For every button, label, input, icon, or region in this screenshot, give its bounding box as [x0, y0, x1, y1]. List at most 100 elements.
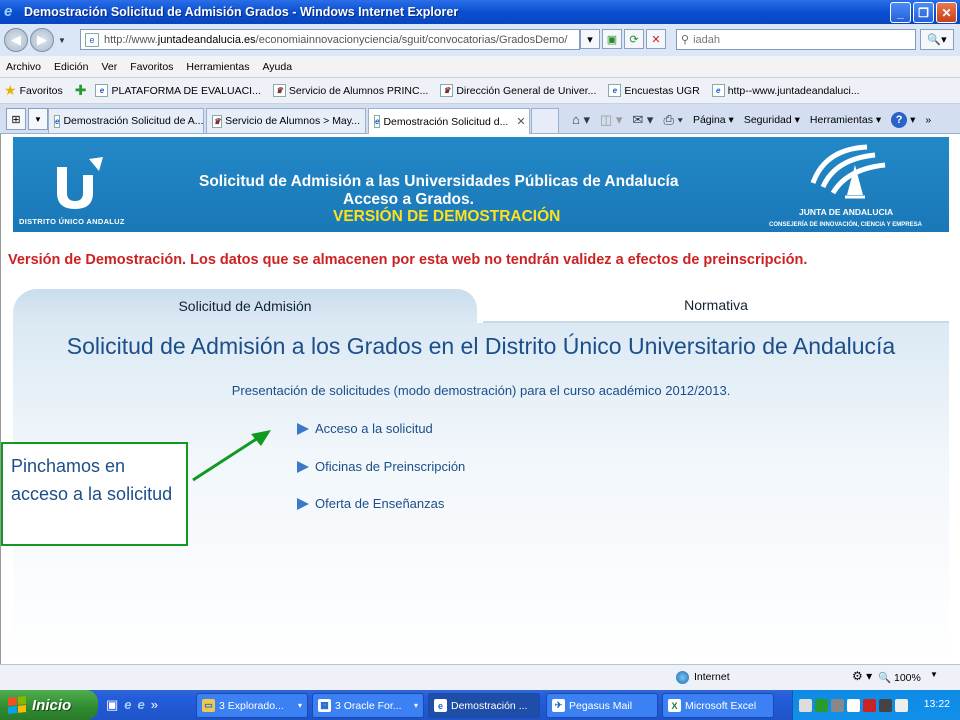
quick-launch: ▣ e e »: [106, 697, 158, 713]
tools-menu-label: Herramientas: [809, 114, 873, 126]
favorite-item[interactable]: ♛ Servicio de Alumnos PRINC...: [272, 84, 429, 97]
tab-list-icon[interactable]: ▼: [28, 108, 48, 130]
task-pegasus-mail[interactable]: ✈ Pegasus Mail: [546, 693, 658, 718]
link-label: Oficinas de Preinscripción: [315, 459, 466, 474]
maximize-button[interactable]: ❐: [913, 2, 934, 23]
page-icon: e: [85, 32, 99, 47]
task-label: Demostración ...: [451, 699, 528, 712]
recent-pages-dropdown[interactable]: ▼: [58, 36, 66, 45]
security-zone: Internet: [694, 671, 730, 683]
compatibility-icon[interactable]: ▣: [602, 29, 622, 49]
favorites-label: Favoritos: [19, 84, 63, 97]
page-menu-label: Página: [692, 114, 726, 126]
zoom-dropdown-icon[interactable]: ▼: [930, 670, 938, 679]
tab-solicitud-admision[interactable]: Solicitud de Admisión: [13, 289, 477, 323]
favorite-item[interactable]: e Encuestas UGR: [608, 84, 700, 97]
page-menu[interactable]: Página ▾: [693, 114, 734, 126]
zoom-level[interactable]: 🔍 100%: [878, 671, 921, 684]
command-bar: ⌂ ▾ ◫ ▾ ✉ ▾ ⎙ ▾ Página ▾ Seguridad ▾ Her…: [572, 112, 931, 128]
menu-herramientas[interactable]: Herramientas: [186, 61, 249, 73]
favorites-button[interactable]: ★ Favoritos: [4, 82, 63, 99]
close-tab-icon[interactable]: ✕: [516, 115, 525, 128]
tab-servicio-alumnos[interactable]: ♛ Servicio de Alumnos > May...: [206, 108, 366, 133]
annotation-arrow-icon: [192, 430, 271, 482]
close-button[interactable]: ✕: [936, 2, 957, 23]
ie-quicklaunch-icon[interactable]: e: [124, 697, 131, 713]
internet-globe-icon: [676, 671, 689, 684]
favorite-item[interactable]: e http--www.juntadeandaluci...: [711, 84, 860, 97]
tray-icon[interactable]: [799, 698, 812, 712]
link-oficinas-preinscripcion[interactable]: Oficinas de Preinscripción: [297, 459, 465, 474]
tab-label: Demostración Solicitud de A...: [63, 115, 204, 127]
menu-ver[interactable]: Ver: [101, 61, 117, 73]
task-dropdown-icon: ▾: [297, 701, 302, 710]
tray-icon[interactable]: [815, 698, 828, 712]
task-explorador[interactable]: ▭ 3 Explorado... ▾: [196, 693, 308, 718]
ie-page-icon: e: [95, 84, 109, 97]
tab-demostracion-active[interactable]: e Demostración Solicitud d... ✕: [368, 108, 530, 134]
ie-page-icon: e: [608, 84, 622, 97]
menu-bar: Archivo Edición Ver Favoritos Herramient…: [0, 56, 960, 78]
stop-icon[interactable]: ✕: [646, 29, 666, 49]
task-demostracion[interactable]: e Demostración ...: [428, 693, 540, 718]
tools-menu[interactable]: Herramientas ▾: [810, 114, 881, 126]
minimize-button[interactable]: _: [890, 2, 911, 23]
desktop-icon[interactable]: ▣: [106, 697, 118, 713]
home-icon[interactable]: ⌂ ▾: [572, 112, 590, 128]
link-label: Acceso a la solicitud: [315, 421, 433, 436]
tab-normativa[interactable]: Normativa: [483, 289, 949, 323]
link-acceso-solicitud[interactable]: Acceso a la solicitud: [297, 421, 433, 436]
window-controls: _ ❐ ✕: [890, 2, 957, 23]
print-icon[interactable]: ⎙ ▾: [663, 112, 682, 128]
menu-edicion[interactable]: Edición: [54, 61, 88, 73]
folder-icon: ▭: [202, 699, 215, 712]
protected-mode-icon[interactable]: ⚙ ▾: [852, 669, 872, 683]
tab-demostracion-1[interactable]: e Demostración Solicitud de A...: [48, 108, 204, 133]
start-button[interactable]: Inicio: [0, 690, 98, 720]
ie-quicklaunch-icon-2[interactable]: e: [138, 697, 145, 713]
search-input[interactable]: ⚲ iadah: [676, 29, 916, 50]
new-tab-button[interactable]: [531, 108, 559, 133]
tray-icon[interactable]: [847, 698, 860, 712]
task-oracle-forms[interactable]: ▦ 3 Oracle For... ▾: [312, 693, 424, 718]
quicklaunch-more-icon[interactable]: »: [151, 697, 158, 713]
content-tabs: Solicitud de Admisión Normativa: [13, 289, 960, 323]
menu-ayuda[interactable]: Ayuda: [262, 61, 292, 73]
favorite-item-label: Dirección General de Univer...: [456, 84, 597, 97]
address-dropdown-icon[interactable]: ▾: [580, 29, 600, 49]
windows-flag-icon: [8, 696, 26, 714]
link-label: Oferta de Enseñanzas: [315, 496, 445, 511]
menu-favoritos[interactable]: Favoritos: [130, 61, 173, 73]
favorite-item[interactable]: ♛ Dirección General de Univer...: [440, 84, 596, 97]
crest-icon: ♛: [272, 84, 286, 97]
window-titlebar: e Demostración Solicitud de Admisión Gra…: [0, 0, 960, 24]
link-oferta-ensenanzas[interactable]: Oferta de Enseñanzas: [297, 496, 444, 511]
tray-icon[interactable]: [863, 698, 876, 712]
more-chevron-icon[interactable]: »: [925, 114, 931, 126]
refresh-icon[interactable]: ⟳: [624, 29, 644, 49]
tray-icon[interactable]: [895, 698, 908, 712]
status-bar: Internet ⚙ ▾ 🔍 100% ▼: [0, 664, 960, 690]
favorite-item[interactable]: e PLATAFORMA DE EVALUACI...: [95, 84, 261, 97]
menu-archivo[interactable]: Archivo: [6, 61, 41, 73]
page-title: Solicitud de Admisión a los Grados en el…: [66, 333, 896, 359]
tray-icon[interactable]: [879, 698, 892, 712]
forward-button[interactable]: ▶: [30, 28, 54, 52]
favorite-item-label: Servicio de Alumnos PRINC...: [288, 84, 429, 97]
security-menu[interactable]: Seguridad ▾: [744, 114, 800, 126]
address-input[interactable]: e http://www. juntadeandalucia.es/economi…: [80, 29, 580, 50]
add-favorite-button[interactable]: ✚: [75, 82, 90, 99]
task-dropdown-icon: ▾: [413, 701, 418, 710]
help-menu[interactable]: ? ▾: [891, 112, 915, 128]
quick-tabs-icon[interactable]: ⊞: [6, 108, 26, 130]
banner-subtitle: Acceso a Grados.: [343, 191, 474, 208]
task-microsoft-excel[interactable]: X Microsoft Excel: [662, 693, 774, 718]
tray-icon[interactable]: [831, 698, 844, 712]
back-button[interactable]: ◀: [4, 28, 28, 52]
search-button[interactable]: 🔍 ▾: [920, 29, 954, 50]
favorite-item-label: Encuestas UGR: [624, 84, 700, 97]
add-star-icon: ✚: [74, 82, 87, 98]
feeds-icon[interactable]: ◫ ▾: [600, 112, 622, 128]
mail-icon[interactable]: ✉ ▾: [632, 112, 653, 128]
tab-label: Servicio de Alumnos > May...: [225, 115, 360, 127]
